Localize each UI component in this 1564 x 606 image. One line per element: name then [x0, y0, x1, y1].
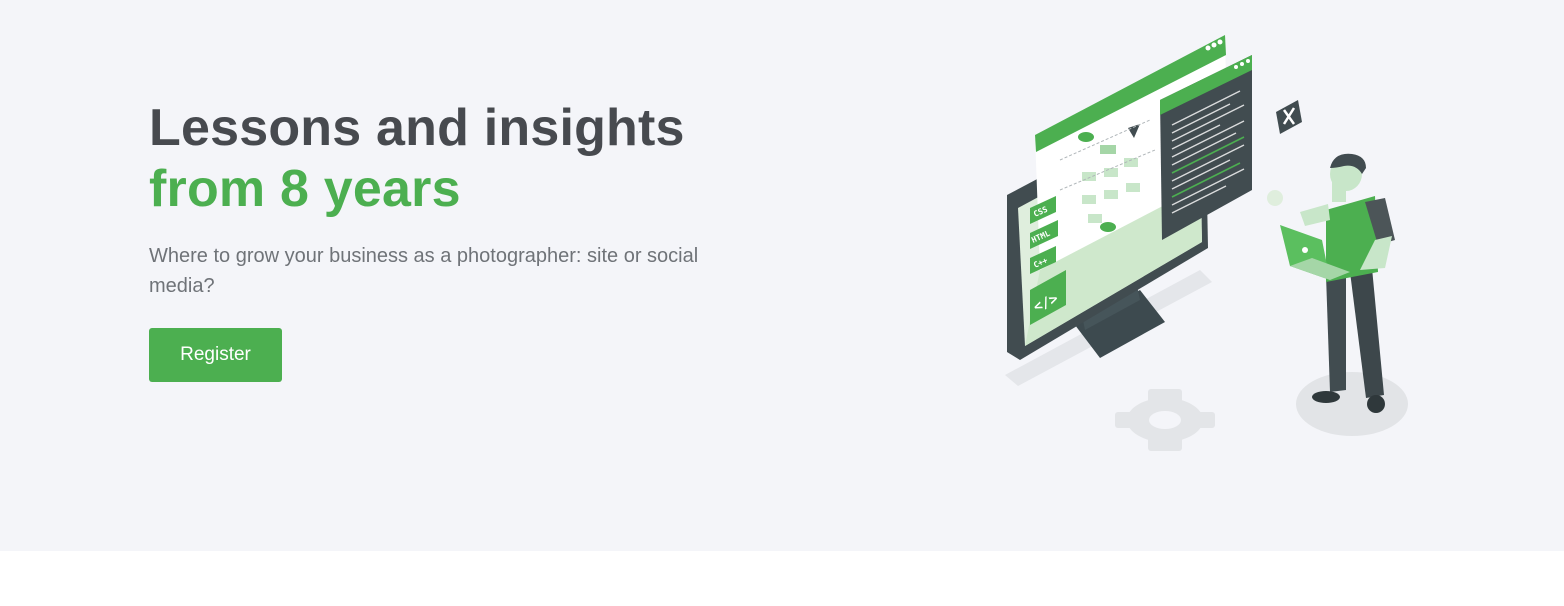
close-icon [1276, 100, 1302, 134]
developer-illustration: CSS HTML C++ </> [1005, 35, 1408, 451]
hero-subtitle: Where to grow your business as a photogr… [149, 245, 699, 297]
hero-headline: Lessons and insights from 8 years [149, 98, 769, 220]
register-button[interactable]: Register [149, 328, 282, 382]
headline-line-1: Lessons and insights [149, 99, 685, 157]
gear-icon [1115, 389, 1215, 451]
person-shadow [1296, 372, 1408, 436]
developer-person [1267, 153, 1395, 413]
hero-text: Lessons and insights from 8 years Where … [149, 98, 769, 382]
headline-line-2: from 8 years [149, 160, 461, 218]
hero-section: Lessons and insights from 8 years Where … [0, 0, 1564, 551]
